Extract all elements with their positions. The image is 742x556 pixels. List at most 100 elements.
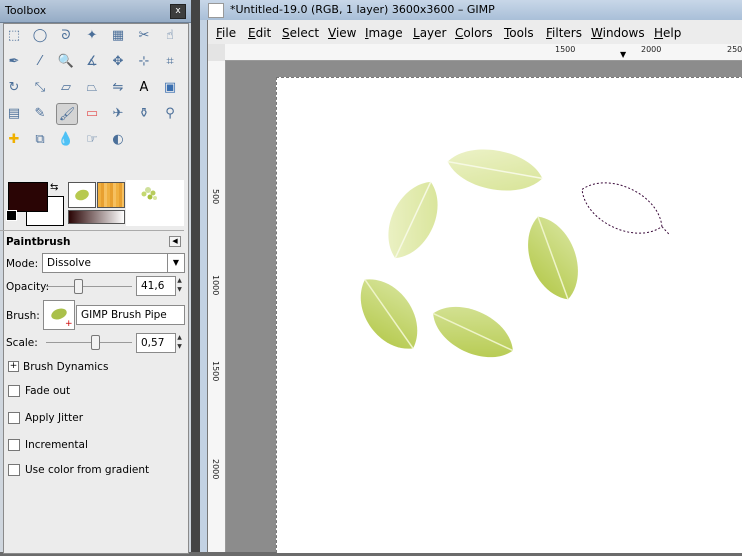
measure-icon[interactable]: ∡ bbox=[82, 51, 102, 71]
image-window-titlebar[interactable]: *Untitled-19.0 (RGB, 1 layer) 3600x3600 … bbox=[200, 0, 742, 20]
blur-icon[interactable]: 💧 bbox=[56, 129, 76, 149]
menu-windows[interactable]: Windows bbox=[591, 26, 645, 40]
menu-filters[interactable]: Filters bbox=[546, 26, 582, 40]
rotate-icon[interactable]: ↻ bbox=[4, 77, 24, 97]
fuzzy-select-icon[interactable]: ✦ bbox=[82, 25, 102, 45]
pointer-marker-icon: ▼ bbox=[620, 50, 627, 59]
blend-icon[interactable]: ▤ bbox=[4, 103, 24, 123]
menu-file[interactable]: File bbox=[216, 26, 236, 40]
menu-tools[interactable]: Tools bbox=[504, 26, 534, 40]
default-colors-icon[interactable] bbox=[6, 210, 17, 221]
ruler-label: 2000 bbox=[641, 45, 662, 54]
free-select-icon[interactable]: ᘐ bbox=[56, 25, 76, 45]
opacity-spinner-icon[interactable]: ▲ ▼ bbox=[176, 276, 183, 294]
scale-value: 0,57 bbox=[141, 337, 165, 349]
horizontal-ruler[interactable]: 1500 2000 250 ▼ bbox=[225, 44, 742, 61]
opacity-slider-handle[interactable] bbox=[73, 279, 83, 294]
menu-view[interactable]: View bbox=[328, 26, 356, 40]
opacity-slider-track[interactable] bbox=[46, 286, 132, 287]
scale-slider-handle[interactable] bbox=[91, 335, 101, 350]
use-color-from-gradient-checkbox[interactable] bbox=[8, 464, 20, 476]
canvas-viewport[interactable] bbox=[226, 61, 742, 553]
perspective-clone-icon[interactable]: ⧉ bbox=[30, 129, 50, 149]
chevron-down-icon[interactable]: ▼ bbox=[167, 254, 184, 272]
text-icon[interactable]: A bbox=[134, 77, 154, 97]
airbrush-icon[interactable]: ✈ bbox=[108, 103, 128, 123]
ruler-label: 250 bbox=[727, 45, 742, 54]
vertical-ruler[interactable]: 500 1000 1500 2000 bbox=[208, 61, 226, 552]
tool-options-title: Paintbrush bbox=[6, 236, 71, 248]
pattern-preview[interactable] bbox=[97, 182, 125, 208]
fade-out-checkbox[interactable] bbox=[8, 385, 20, 397]
move-icon[interactable]: ✥ bbox=[108, 51, 128, 71]
close-button[interactable]: x bbox=[170, 4, 186, 19]
menu-colors[interactable]: Colors bbox=[455, 26, 493, 40]
perspective-icon[interactable]: ⏢ bbox=[82, 77, 102, 97]
select-by-color-icon[interactable]: ▦ bbox=[108, 25, 128, 45]
brush-label: Brush: bbox=[6, 310, 40, 322]
swap-colors-icon[interactable]: ⇆ bbox=[50, 182, 58, 193]
expand-icon[interactable]: + bbox=[8, 361, 19, 372]
brush-name-field[interactable]: GIMP Brush Pipe bbox=[76, 305, 185, 325]
menu-layer[interactable]: Layer bbox=[413, 26, 446, 40]
foreground-select-icon[interactable]: ☝ bbox=[160, 25, 180, 45]
mode-label: Mode: bbox=[6, 258, 39, 270]
selection-outline bbox=[581, 182, 670, 235]
paths-icon[interactable]: ✒ bbox=[4, 51, 24, 71]
bucket-fill-icon[interactable]: ▣ bbox=[160, 77, 180, 97]
leaf-artwork bbox=[360, 149, 670, 358]
dodge-burn-icon[interactable]: ◐ bbox=[108, 129, 128, 149]
toolbox-title: Toolbox bbox=[5, 4, 47, 17]
opacity-input[interactable]: 41,6 bbox=[136, 276, 176, 296]
image-window-title: *Untitled-19.0 (RGB, 1 layer) 3600x3600 … bbox=[230, 3, 495, 16]
apply-jitter-label: Apply Jitter bbox=[25, 412, 84, 424]
menu-help[interactable]: Help bbox=[654, 26, 681, 40]
active-image-thumbnail[interactable] bbox=[126, 180, 184, 226]
scale-icon[interactable]: ⤡ bbox=[30, 77, 50, 97]
scale-slider-track[interactable] bbox=[46, 342, 132, 343]
tab-menu-icon[interactable]: ◀ bbox=[169, 236, 181, 247]
apply-jitter-checkbox[interactable] bbox=[8, 412, 20, 424]
scale-spinner-icon[interactable]: ▲ ▼ bbox=[176, 333, 183, 351]
menu-edit[interactable]: Edit bbox=[248, 26, 271, 40]
pencil-icon[interactable]: ✎ bbox=[30, 103, 50, 123]
crop-icon[interactable]: ⌗ bbox=[160, 51, 180, 71]
rect-select-icon[interactable]: ⬚ bbox=[4, 25, 24, 45]
brush-preview[interactable] bbox=[68, 182, 96, 208]
color-picker-icon[interactable]: ⁄ bbox=[30, 51, 50, 71]
foreground-color-swatch[interactable] bbox=[8, 182, 48, 212]
svg-text:+: + bbox=[65, 319, 73, 329]
ruler-corner[interactable] bbox=[208, 44, 226, 62]
menu-image[interactable]: Image bbox=[365, 26, 403, 40]
toolbox-titlebar[interactable]: Toolbox x bbox=[0, 0, 191, 23]
ink-icon[interactable]: ⚱ bbox=[134, 103, 154, 123]
eraser-icon[interactable]: ▭ bbox=[82, 103, 102, 123]
ellipse-select-icon[interactable]: ◯ bbox=[30, 25, 50, 45]
ruler-label: 1000 bbox=[211, 275, 220, 296]
image-canvas[interactable] bbox=[276, 77, 742, 553]
heal-icon[interactable]: ✚ bbox=[4, 129, 24, 149]
scale-input[interactable]: 0,57 bbox=[136, 333, 176, 353]
flip-icon[interactable]: ⇋ bbox=[108, 77, 128, 97]
brush-selector-button[interactable]: + bbox=[43, 300, 75, 330]
fade-out-label: Fade out bbox=[25, 385, 71, 397]
gradient-preview[interactable] bbox=[68, 210, 125, 224]
mode-select[interactable]: Dissolve ▼ bbox=[42, 253, 185, 273]
leaf-4 bbox=[360, 279, 418, 349]
smudge-icon[interactable]: ☞ bbox=[82, 129, 102, 149]
shear-icon[interactable]: ▱ bbox=[56, 77, 76, 97]
use-color-from-gradient-label: Use color from gradient bbox=[25, 464, 150, 476]
opacity-value: 41,6 bbox=[141, 280, 165, 292]
align-icon[interactable]: ⊹ bbox=[134, 51, 154, 71]
brush-dynamics-expander[interactable]: Brush Dynamics bbox=[23, 361, 108, 373]
image-window-body: File Edit Select View Image Layer Colors Tools F… bbox=[207, 20, 742, 553]
menu-select[interactable]: Select bbox=[282, 26, 319, 40]
zoom-icon[interactable]: 🔍 bbox=[56, 51, 76, 71]
leaf-3 bbox=[528, 216, 578, 300]
clone-icon[interactable]: ⚲ bbox=[160, 103, 180, 123]
incremental-label: Incremental bbox=[25, 439, 88, 451]
incremental-checkbox[interactable] bbox=[8, 439, 20, 451]
paintbrush-icon[interactable]: 🖌 bbox=[56, 103, 78, 125]
scissors-select-icon[interactable]: ✂ bbox=[134, 25, 154, 45]
window-gap bbox=[191, 0, 200, 552]
